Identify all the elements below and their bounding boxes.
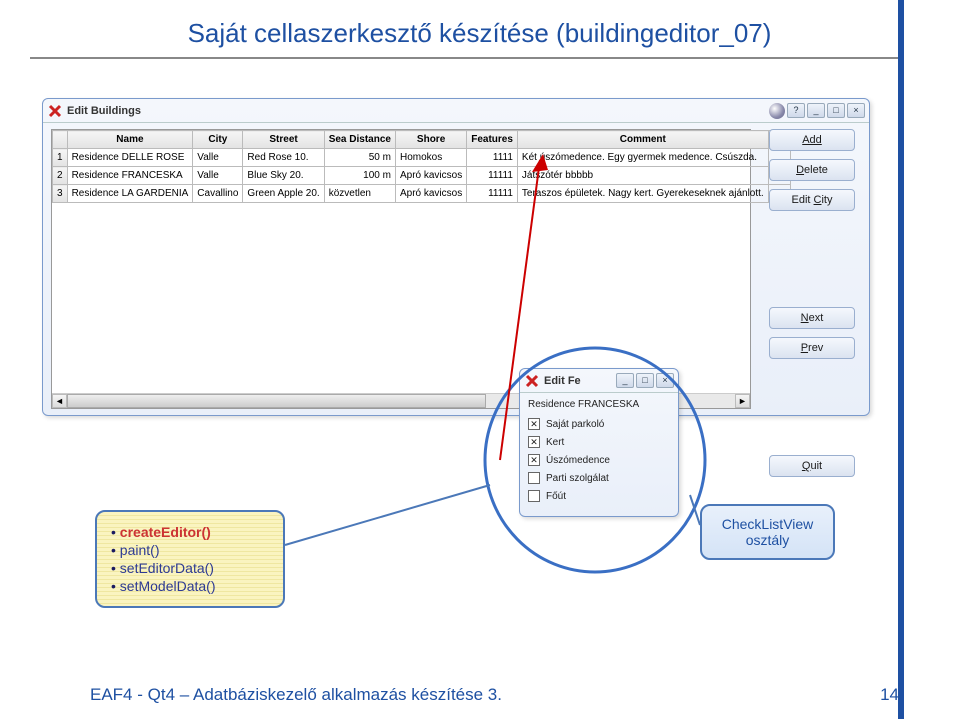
scroll-right-icon[interactable]: ► — [735, 394, 750, 408]
col-header-street[interactable]: Street — [243, 131, 324, 149]
callout-methods: • createEditor() • paint() • setEditorDa… — [95, 510, 285, 608]
cell-shore[interactable]: Apró kavicsos — [395, 185, 466, 203]
cell-features[interactable]: 11111 — [467, 167, 518, 185]
next-button[interactable]: Next — [769, 307, 855, 329]
cell-name[interactable]: Residence LA GARDENIA — [67, 185, 193, 203]
popup-titlebar[interactable]: Edit Fe _ □ × — [520, 369, 678, 393]
cell-rownum: 2 — [53, 167, 68, 185]
table-row[interactable]: 1 Residence DELLE ROSE Valle Red Rose 10… — [53, 149, 791, 167]
checkbox-label: Saját parkoló — [546, 419, 604, 430]
app-icon — [47, 103, 63, 119]
minimize-button[interactable]: _ — [807, 103, 825, 118]
cell-city[interactable]: Valle — [193, 149, 243, 167]
col-header-shore[interactable]: Shore — [395, 131, 466, 149]
feature-checkbox-row[interactable]: Úszómedence — [528, 454, 670, 466]
table-row[interactable]: 3 Residence LA GARDENIA Cavallino Green … — [53, 185, 791, 203]
buildings-table[interactable]: Name City Street Sea Distance Shore Feat… — [51, 129, 751, 409]
scroll-left-icon[interactable]: ◄ — [52, 394, 67, 408]
cell-name[interactable]: Residence DELLE ROSE — [67, 149, 193, 167]
footer-text: EAF4 - Qt4 – Adatbáziskezelő alkalmazás … — [90, 685, 502, 705]
checkbox-icon[interactable] — [528, 472, 540, 484]
minimize-button[interactable]: _ — [616, 373, 634, 388]
cell-city[interactable]: Cavallino — [193, 185, 243, 203]
feature-checkbox-row[interactable]: Parti szolgálat — [528, 472, 670, 484]
swirl-icon — [769, 103, 785, 119]
cell-comment[interactable]: Két úszómedence. Egy gyermek medence. Cs… — [517, 149, 768, 167]
help-button[interactable]: ? — [787, 103, 805, 118]
cell-sea[interactable]: közvetlen — [324, 185, 395, 203]
delete-button[interactable]: Delete — [769, 159, 855, 181]
close-button[interactable]: × — [656, 373, 674, 388]
checkbox-icon[interactable] — [528, 454, 540, 466]
titlebar[interactable]: Edit Buildings ? _ □ × — [43, 99, 869, 123]
col-header-city[interactable]: City — [193, 131, 243, 149]
quit-button[interactable]: Quit — [769, 455, 855, 477]
cell-street[interactable]: Blue Sky 20. — [243, 167, 324, 185]
method-name: setModelData() — [120, 578, 216, 594]
cell-sea[interactable]: 100 m — [324, 167, 395, 185]
cell-features[interactable]: 11111 — [467, 185, 518, 203]
cell-features[interactable]: 1111 — [467, 149, 518, 167]
cell-sea[interactable]: 50 m — [324, 149, 395, 167]
cell-street[interactable]: Green Apple 20. — [243, 185, 324, 203]
edit-buildings-window: Edit Buildings ? _ □ × Name City Street … — [42, 98, 870, 416]
cell-street[interactable]: Red Rose 10. — [243, 149, 324, 167]
decor-vertical-line — [898, 0, 904, 719]
page-title: Saját cellaszerkesztő készítése (buildin… — [0, 0, 959, 57]
method-name: createEditor() — [120, 524, 211, 540]
cell-city[interactable]: Valle — [193, 167, 243, 185]
checkbox-icon[interactable] — [528, 418, 540, 430]
cell-rownum: 3 — [53, 185, 68, 203]
col-header-comment[interactable]: Comment — [517, 131, 768, 149]
col-header-sea[interactable]: Sea Distance — [324, 131, 395, 149]
edit-city-button[interactable]: Edit City — [769, 189, 855, 211]
checkbox-label: Úszómedence — [546, 455, 610, 466]
title-underline — [30, 57, 899, 59]
popup-record-name: Residence FRANCESKA — [528, 399, 670, 410]
feature-checkbox-row[interactable]: Kert — [528, 436, 670, 448]
checkbox-label: Főút — [546, 491, 566, 502]
checkbox-label: Parti szolgálat — [546, 473, 609, 484]
cell-shore[interactable]: Homokos — [395, 149, 466, 167]
checkbox-label: Kert — [546, 437, 564, 448]
cell-rownum: 1 — [53, 149, 68, 167]
method-name: setEditorData() — [120, 560, 214, 576]
callout-class-label: CheckListView osztály — [700, 504, 835, 560]
maximize-button[interactable]: □ — [827, 103, 845, 118]
popup-title: Edit Fe — [544, 375, 616, 387]
checkbox-icon[interactable] — [528, 436, 540, 448]
prev-button[interactable]: Prev — [769, 337, 855, 359]
edit-features-popup: Edit Fe _ □ × Residence FRANCESKA Saját … — [519, 368, 679, 517]
close-button[interactable]: × — [847, 103, 865, 118]
cell-comment[interactable]: Játszótér bbbbb — [517, 167, 768, 185]
checkbox-icon[interactable] — [528, 490, 540, 502]
cell-name[interactable]: Residence FRANCESKA — [67, 167, 193, 185]
method-name: paint() — [120, 542, 160, 558]
scroll-thumb[interactable] — [67, 394, 486, 408]
add-button[interactable]: Add — [769, 129, 855, 151]
maximize-button[interactable]: □ — [636, 373, 654, 388]
col-header-features[interactable]: Features — [467, 131, 518, 149]
cell-shore[interactable]: Apró kavicsos — [395, 167, 466, 185]
col-header-name[interactable]: Name — [67, 131, 193, 149]
page-number: 14 — [880, 685, 899, 705]
feature-checkbox-row[interactable]: Saját parkoló — [528, 418, 670, 430]
cell-comment[interactable]: Teraszos épületek. Nagy kert. Gyerekesek… — [517, 185, 768, 203]
app-icon — [524, 373, 540, 389]
feature-checkbox-row[interactable]: Főút — [528, 490, 670, 502]
callout-text: CheckListView osztály — [722, 516, 814, 548]
table-row[interactable]: 2 Residence FRANCESKA Valle Blue Sky 20.… — [53, 167, 791, 185]
col-header-rownum[interactable] — [53, 131, 68, 149]
window-title: Edit Buildings — [67, 105, 769, 117]
